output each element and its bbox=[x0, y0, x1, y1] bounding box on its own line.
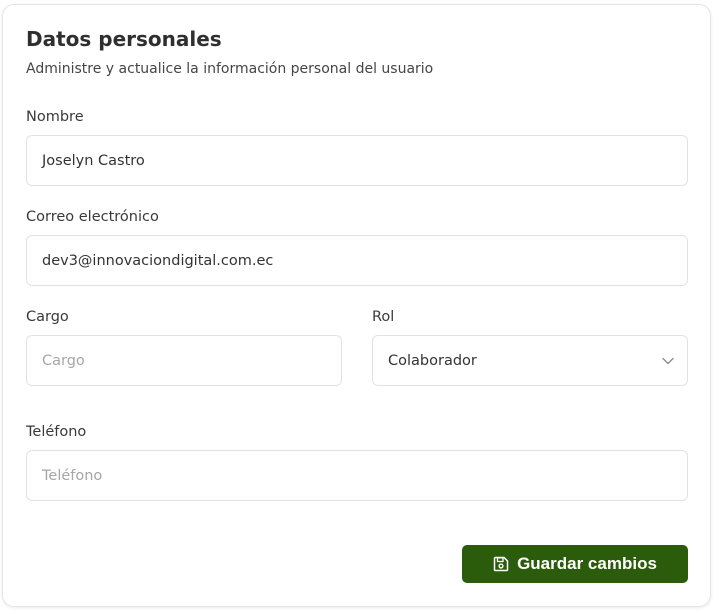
telefono-label: Teléfono bbox=[26, 424, 87, 440]
nombre-value: Joselyn Castro bbox=[42, 152, 145, 169]
telefono-input[interactable]: Teléfono bbox=[26, 450, 688, 501]
rol-label: Rol bbox=[372, 309, 395, 325]
correo-value: dev3@innovaciondigital.com.ec bbox=[42, 252, 274, 269]
cargo-placeholder: Cargo bbox=[42, 352, 85, 369]
section-subtitle: Administre y actualice la información pe… bbox=[26, 61, 434, 77]
correo-label: Correo electrónico bbox=[26, 209, 159, 225]
personal-data-card: Datos personales Administre y actualice … bbox=[2, 4, 711, 607]
rol-select[interactable]: Colaborador bbox=[372, 335, 688, 386]
nombre-label: Nombre bbox=[26, 109, 84, 125]
section-title: Datos personales bbox=[26, 27, 222, 51]
save-button-label: Guardar cambios bbox=[517, 554, 657, 573]
correo-input[interactable]: dev3@innovaciondigital.com.ec bbox=[26, 235, 688, 286]
floppy-disk-icon bbox=[493, 556, 509, 572]
chevron-down-icon bbox=[662, 357, 674, 365]
nombre-input[interactable]: Joselyn Castro bbox=[26, 135, 688, 186]
cargo-input[interactable]: Cargo bbox=[26, 335, 342, 386]
save-button[interactable]: Guardar cambios bbox=[462, 545, 688, 583]
rol-value: Colaborador bbox=[388, 352, 477, 369]
cargo-label: Cargo bbox=[26, 309, 69, 325]
telefono-placeholder: Teléfono bbox=[42, 467, 103, 484]
